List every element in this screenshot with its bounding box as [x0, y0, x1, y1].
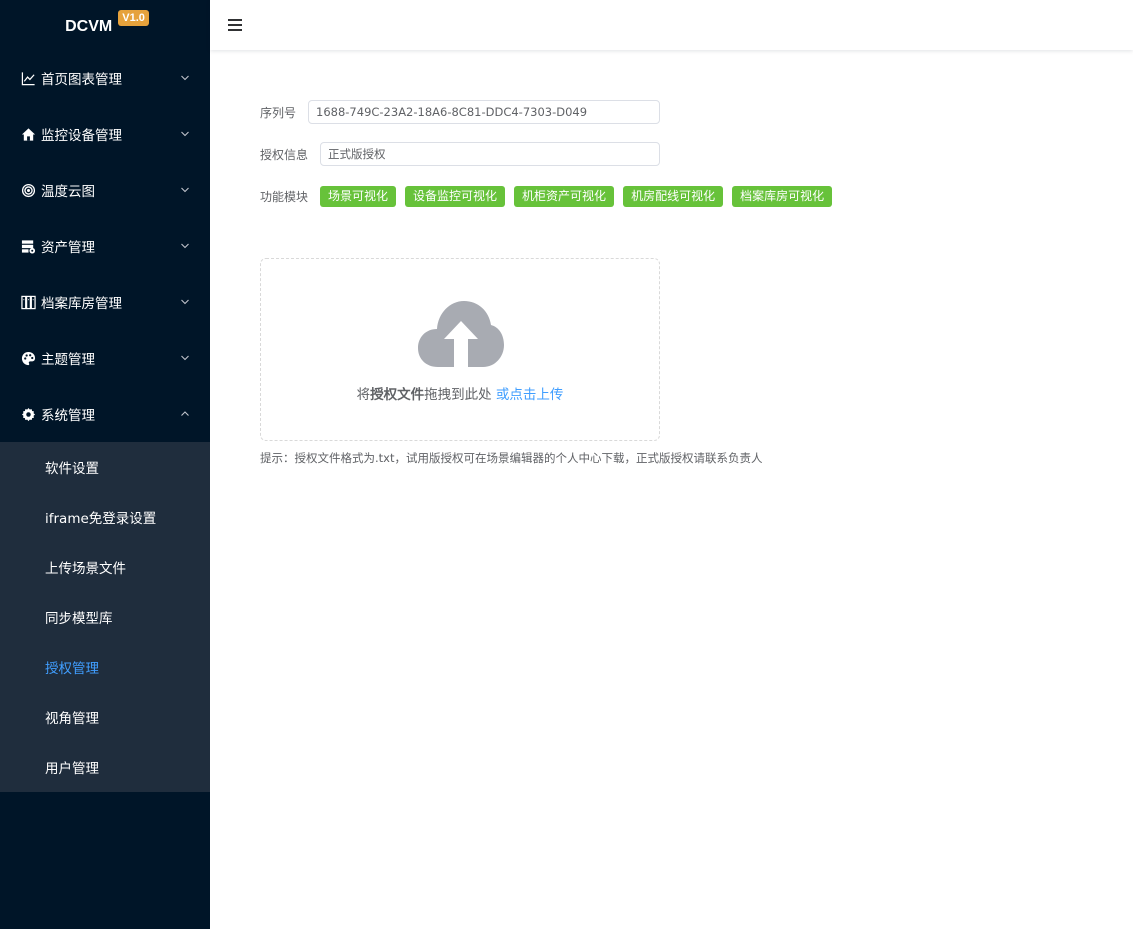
- sidebar-item-label: 首页图表管理: [41, 72, 122, 88]
- sidebar-item-label: 资产管理: [41, 240, 95, 256]
- submenu-item-users[interactable]: 用户管理: [0, 742, 210, 792]
- sidebar-item-monitoring-devices[interactable]: 监控设备管理: [0, 106, 210, 162]
- brand-name: DCVM: [65, 18, 113, 35]
- module-tag: 档案库房可视化: [732, 186, 833, 207]
- license-upload-dropzone[interactable]: 将授权文件拖拽到此处 或点击上传: [260, 258, 660, 441]
- logo[interactable]: DCVM V1.0: [0, 0, 210, 50]
- module-tag: 机柜资产可视化: [514, 186, 615, 207]
- submenu-item-viewpoints[interactable]: 视角管理: [0, 692, 210, 742]
- home-icon: [20, 126, 36, 142]
- sidebar-item-label: 监控设备管理: [41, 128, 122, 144]
- sidebar-item-label: 档案库房管理: [41, 296, 122, 312]
- target-icon: [20, 182, 36, 198]
- serial-field[interactable]: 1688-749C-23A2-18A6-8C81-DDC4-7303-D049: [308, 100, 661, 124]
- module-tags: 场景可视化 设备监控可视化 机柜资产可视化 机房配线可视化 档案库房可视化: [320, 186, 833, 207]
- chevron-down-icon: [180, 185, 190, 195]
- chevron-down-icon: [180, 129, 190, 139]
- license-row: 授权信息 正式版授权: [260, 142, 661, 166]
- chevron-down-icon: [180, 353, 190, 363]
- module-tag: 场景可视化: [320, 186, 397, 207]
- chevron-up-icon: [180, 409, 190, 419]
- palette-icon: [20, 350, 36, 366]
- module-tag: 机房配线可视化: [623, 186, 724, 207]
- sidebar: DCVM V1.0 首页图表管理 监控设备管理 温度云图 资产管理 档案库房管理…: [0, 0, 210, 929]
- archive-icon: [20, 294, 36, 310]
- chevron-down-icon: [180, 73, 190, 83]
- sidebar-item-assets[interactable]: 资产管理: [0, 218, 210, 274]
- chevron-down-icon: [180, 297, 190, 307]
- sidebar-item-label: 主题管理: [41, 352, 95, 368]
- serial-row: 序列号 1688-749C-23A2-18A6-8C81-DDC4-7303-D…: [260, 100, 661, 124]
- module-tag: 设备监控可视化: [405, 186, 506, 207]
- upload-instructions: 将授权文件拖拽到此处 或点击上传: [356, 387, 564, 403]
- serial-label: 序列号: [260, 105, 297, 120]
- sidebar-item-temperature-cloud[interactable]: 温度云图: [0, 162, 210, 218]
- license-label: 授权信息: [260, 147, 309, 162]
- submenu-item-iframe-login[interactable]: iframe免登录设置: [0, 492, 210, 542]
- upload-tip: 提示：授权文件格式为.txt，试用版授权可在场景编辑器的个人中心下载，正式版授权…: [260, 451, 763, 465]
- sidebar-item-dashboard-charts[interactable]: 首页图表管理: [0, 50, 210, 106]
- modules-row: 功能模块 场景可视化 设备监控可视化 机柜资产可视化 机房配线可视化 档案库房可…: [260, 186, 833, 207]
- license-field[interactable]: 正式版授权: [320, 142, 661, 166]
- hamburger-menu-icon[interactable]: [228, 19, 242, 31]
- submenu-item-upload-scene[interactable]: 上传场景文件: [0, 542, 210, 592]
- sidebar-item-themes[interactable]: 主题管理: [0, 330, 210, 386]
- submenu-item-software-settings[interactable]: 软件设置: [0, 442, 210, 492]
- sidebar-item-label: 系统管理: [41, 408, 95, 424]
- version-badge: V1.0: [118, 10, 149, 26]
- sidebar-item-label: 温度云图: [41, 184, 95, 200]
- cloud-upload-icon: [418, 301, 504, 367]
- system-submenu: 软件设置 iframe免登录设置 上传场景文件 同步模型库 授权管理 视角管理 …: [0, 442, 210, 792]
- sidebar-item-archive-rooms[interactable]: 档案库房管理: [0, 274, 210, 330]
- gear-icon: [20, 406, 36, 422]
- server-settings-icon: [20, 238, 36, 254]
- line-chart-icon: [20, 70, 36, 86]
- submenu-item-sync-models[interactable]: 同步模型库: [0, 592, 210, 642]
- sidebar-item-system[interactable]: 系统管理: [0, 386, 210, 442]
- submenu-item-license[interactable]: 授权管理: [0, 642, 210, 692]
- modules-label: 功能模块: [260, 190, 309, 204]
- top-navbar: [210, 0, 1133, 50]
- chevron-down-icon: [180, 241, 190, 251]
- click-upload-link[interactable]: 或点击上传: [496, 387, 564, 403]
- upload-bold-text: 授权文件: [370, 387, 425, 403]
